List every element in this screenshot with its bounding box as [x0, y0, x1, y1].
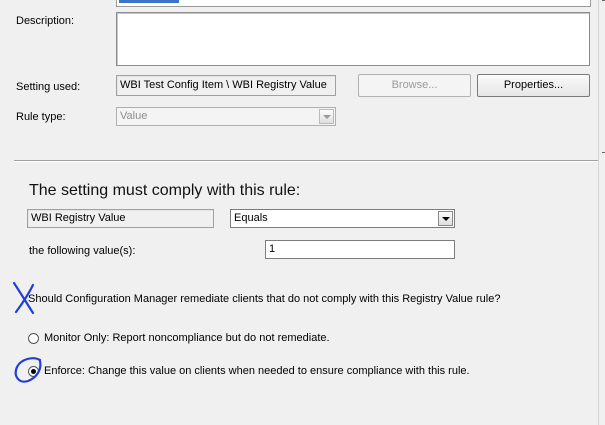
ink-x-mark [12, 281, 35, 315]
ink-annotations [12, 281, 42, 383]
window-edge [598, 0, 605, 425]
ink-circle-mark [14, 357, 42, 383]
